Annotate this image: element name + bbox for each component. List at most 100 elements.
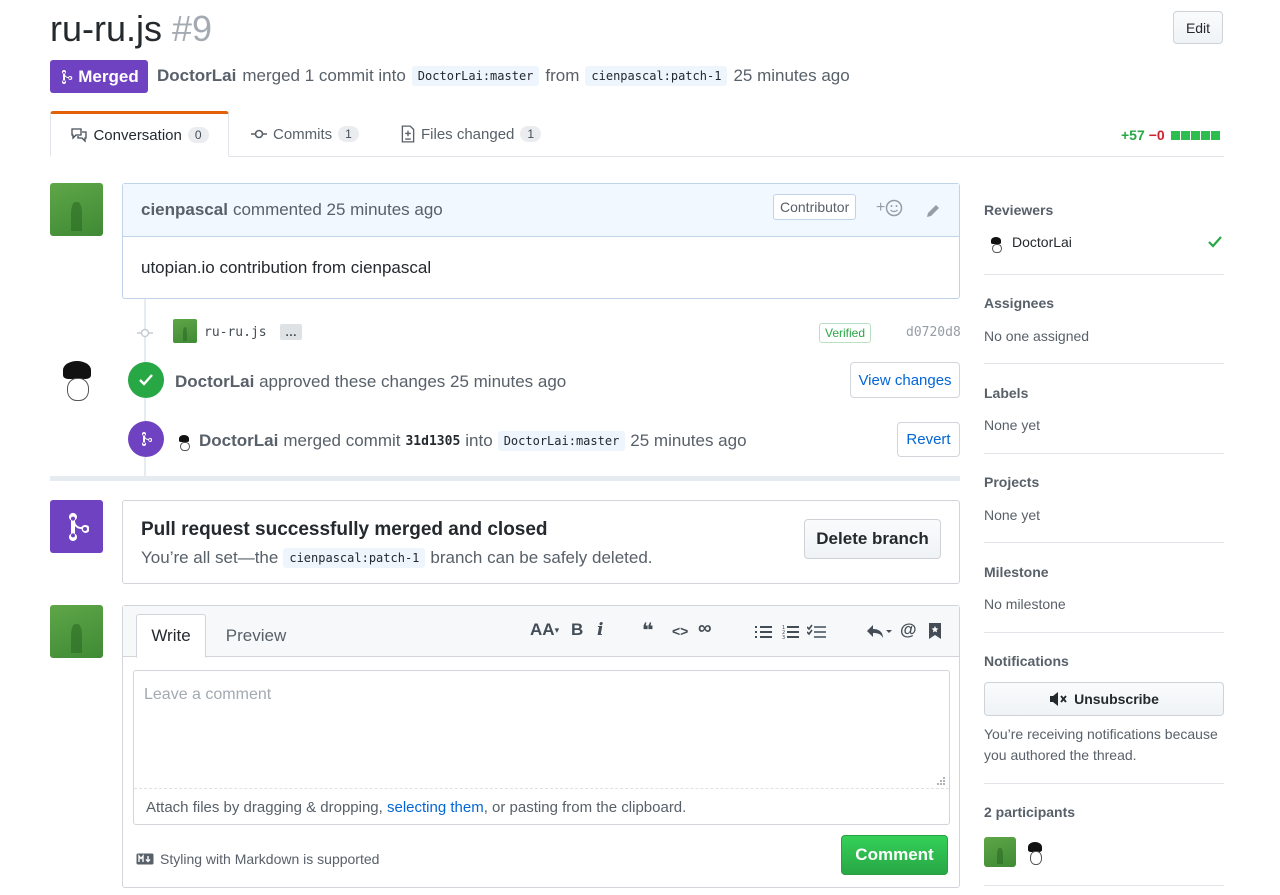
unsubscribe-label: Unsubscribe [1074, 691, 1159, 707]
merge-author[interactable]: DoctorLai [199, 431, 278, 451]
view-changes-label: View changes [858, 371, 952, 389]
merged-desc-branch[interactable]: cienpascal:patch-1 [283, 548, 426, 568]
bold-icon[interactable]: B [571, 620, 583, 640]
tab-preview-label: Preview [225, 626, 287, 645]
reaction-plus: + [876, 199, 886, 216]
merge-icon [68, 512, 89, 541]
head-branch[interactable]: cienpascal:patch-1 [585, 66, 728, 86]
pr-author-link[interactable]: DoctorLai [157, 66, 236, 86]
timeline-divider [50, 476, 960, 481]
diffstat-added: +57 [1121, 127, 1145, 143]
tab-conversation[interactable]: Conversation 0 [50, 111, 229, 157]
link-icon[interactable]: ∞ [698, 618, 712, 640]
merged-box-desc: You’re all set—the cienpascal:patch-1 br… [141, 548, 653, 568]
ordered-list-icon[interactable]: 123 [782, 624, 800, 640]
tab-commits-label: Commits [273, 125, 333, 143]
verified-badge[interactable]: Verified [819, 323, 872, 343]
delete-branch-button[interactable]: Delete branch [804, 519, 941, 559]
smiley-icon [886, 199, 903, 217]
current-user-avatar[interactable] [50, 605, 103, 658]
labels-heading[interactable]: Labels [984, 385, 1028, 401]
text-size-icon[interactable]: AA▾ [530, 620, 559, 640]
comment-submit-button[interactable]: Comment [841, 835, 948, 875]
projects-heading[interactable]: Projects [984, 474, 1039, 490]
file-diff-icon [401, 125, 415, 143]
projects-value: None yet [984, 507, 1041, 523]
add-reaction-button[interactable]: + [876, 199, 903, 217]
task-list-icon[interactable] [807, 624, 827, 640]
tab-files-changed[interactable]: Files changed 1 [400, 111, 542, 157]
merge-time: 25 minutes ago [630, 431, 747, 450]
review-approved-check-icon [1208, 236, 1222, 248]
merge-branch[interactable]: DoctorLai:master [497, 431, 626, 451]
quote-icon[interactable]: ❝ [642, 618, 654, 643]
milestone-heading[interactable]: Milestone [984, 564, 1049, 580]
comment-placeholder: Leave a comment [144, 686, 272, 703]
comment-action: commented 25 minutes ago [232, 200, 443, 219]
comment-header: cienpascal commented 25 minutes ago Cont… [123, 184, 959, 237]
tab-commits-count: 1 [338, 126, 359, 142]
comment-box: cienpascal commented 25 minutes ago Cont… [122, 183, 960, 299]
reply-icon[interactable] [866, 624, 892, 640]
base-branch[interactable]: DoctorLai:master [411, 66, 540, 86]
review-event: DoctorLai approved these changes 25 minu… [175, 372, 566, 392]
reviewers-heading[interactable]: Reviewers [984, 202, 1053, 218]
italic-icon[interactable]: i [597, 620, 603, 640]
tab-commits[interactable]: Commits 1 [250, 111, 359, 157]
commit-message-link[interactable]: ru-ru.js [204, 325, 267, 340]
tab-preview[interactable]: Preview [216, 614, 296, 658]
reviewer-avatar[interactable] [988, 236, 1004, 254]
resize-handle-icon[interactable] [936, 776, 946, 786]
tab-files-count: 1 [520, 126, 542, 142]
code-icon[interactable]: <> [672, 623, 688, 639]
attach-files-text: Attach files by dragging & dropping, sel… [146, 799, 686, 816]
comment-textarea[interactable]: Leave a comment Attach files by dragging… [133, 670, 950, 825]
commit-sha[interactable]: d0720d8 [906, 325, 961, 340]
revert-button[interactable]: Revert [897, 422, 960, 457]
commit-dot-icon [137, 328, 153, 338]
comment-author[interactable]: cienpascal [141, 200, 228, 220]
revert-label: Revert [906, 431, 951, 448]
assignees-heading[interactable]: Assignees [984, 295, 1054, 311]
from-word: from [545, 66, 580, 85]
merge-commit-sha[interactable]: 31d1305 [405, 434, 460, 449]
avatar-cienpascal[interactable] [50, 183, 103, 236]
tab-write[interactable]: Write [136, 614, 206, 658]
merged-text: merged 1 commit into [242, 66, 406, 85]
tab-conversation-count: 0 [187, 127, 209, 143]
pr-meta: DoctorLai merged 1 commit into DoctorLai… [157, 66, 850, 86]
unsubscribe-button[interactable]: Unsubscribe [984, 682, 1224, 716]
merged-box: Pull request successfully merged and clo… [122, 500, 960, 584]
review-author[interactable]: DoctorLai [175, 372, 254, 391]
delete-branch-label: Delete branch [816, 529, 929, 548]
commit-author-avatar[interactable] [173, 319, 197, 343]
pencil-icon[interactable] [924, 202, 942, 220]
tab-conversation-label: Conversation [93, 126, 182, 144]
notifications-reason: You’re receiving notifications because y… [984, 726, 1218, 763]
edit-label: Edit [1185, 19, 1211, 36]
selecting-them-link[interactable]: selecting them [387, 799, 484, 816]
sidebar-divider [984, 453, 1224, 454]
diffstat: +57 −0 [1121, 127, 1220, 143]
approved-icon [128, 362, 164, 398]
commit-expand-button[interactable]: … [280, 324, 302, 340]
attach-post: , or pasting from the clipboard. [483, 799, 687, 816]
edit-button[interactable]: Edit [1173, 11, 1223, 44]
comment-body: utopian.io contribution from cienpascal [141, 258, 432, 277]
new-comment-box: Write Preview Leave a comment Attach fil… [122, 605, 960, 888]
sidebar-divider [984, 274, 1224, 275]
avatar-doctorlai[interactable] [55, 358, 99, 406]
markdown-note[interactable]: Styling with Markdown is supported [136, 851, 379, 867]
participant-avatar-doctorlai[interactable] [1024, 840, 1046, 867]
unordered-list-icon[interactable] [755, 624, 773, 640]
mention-icon[interactable]: @ [900, 620, 917, 640]
participant-avatar-cienpascal[interactable] [984, 837, 1016, 867]
saved-replies-icon[interactable] [928, 622, 942, 640]
sidebar-divider [984, 632, 1224, 633]
merged-box-icon [50, 500, 103, 553]
view-changes-button[interactable]: View changes [850, 362, 960, 398]
reviewer-name[interactable]: DoctorLai [1012, 234, 1072, 250]
merged-desc-pre: You’re all set—the [141, 548, 279, 567]
diffstat-bar [1170, 130, 1220, 140]
small-avatar-doctorlai[interactable] [176, 434, 192, 452]
